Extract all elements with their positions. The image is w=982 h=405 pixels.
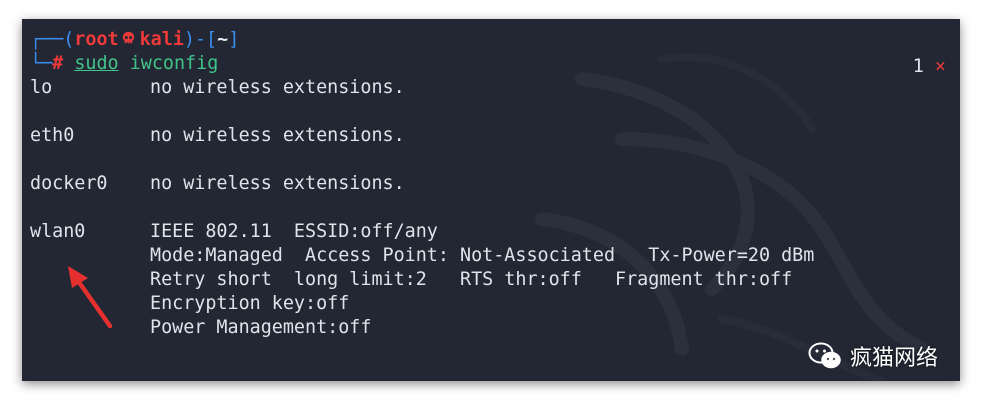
exit-status: 1 × bbox=[913, 55, 946, 79]
wlan-detail-line: Power Management:off bbox=[150, 317, 372, 338]
interface-name: docker0 bbox=[30, 173, 108, 194]
command-line[interactable]: └─# sudo iwconfig bbox=[30, 52, 218, 76]
prompt-line: ┌──(root kali)-[~] bbox=[30, 28, 239, 52]
interface-name: eth0 bbox=[30, 125, 75, 146]
prompt-user: root bbox=[74, 29, 119, 50]
command-sudo: sudo bbox=[74, 53, 119, 74]
terminal-window[interactable]: ┌──(root kali)-[~] └─# sudo iwconfig 1 × … bbox=[22, 19, 960, 381]
interface-info: IEEE 802.11 ESSID:off/any bbox=[150, 221, 438, 242]
prompt-host: kali bbox=[139, 29, 184, 50]
wlan-detail-line: Mode:Managed Access Point: Not-Associate… bbox=[150, 245, 815, 266]
interface-name: lo bbox=[30, 77, 53, 98]
prompt-corner-bottom: └─ bbox=[30, 53, 53, 74]
exit-failure-icon: × bbox=[934, 56, 946, 77]
output-row: docker0 no wireless extensions. bbox=[30, 172, 405, 196]
interface-name: wlan0 bbox=[30, 221, 86, 242]
prompt-corner-top: ┌──( bbox=[30, 29, 75, 50]
prompt-dir-open: )-[ bbox=[183, 29, 218, 50]
prompt-dir-close: ] bbox=[228, 29, 240, 50]
output-row: lo no wireless extensions. bbox=[30, 76, 405, 100]
wlan-detail-line: Retry short long limit:2 RTS thr:off Fra… bbox=[150, 269, 793, 290]
command-name: iwconfig bbox=[129, 53, 219, 74]
wlan-detail-line: Encryption key:off bbox=[150, 293, 350, 314]
watermark: 疯猫网络 bbox=[808, 338, 938, 374]
exit-code: 1 bbox=[912, 56, 924, 77]
prompt-symbol: # bbox=[52, 53, 64, 74]
output-row: eth0 no wireless extensions. bbox=[30, 124, 405, 148]
skull-icon bbox=[122, 31, 134, 44]
interface-info: no wireless extensions. bbox=[150, 77, 405, 98]
annotation-arrow-icon bbox=[68, 266, 113, 329]
output-row: wlan0 IEEE 802.11 ESSID:off/any bbox=[30, 220, 438, 244]
watermark-text: 疯猫网络 bbox=[850, 346, 939, 371]
prompt-dir: ~ bbox=[217, 29, 229, 50]
interface-info: no wireless extensions. bbox=[150, 173, 405, 194]
wechat-icon bbox=[808, 342, 841, 369]
interface-info: no wireless extensions. bbox=[150, 125, 405, 146]
